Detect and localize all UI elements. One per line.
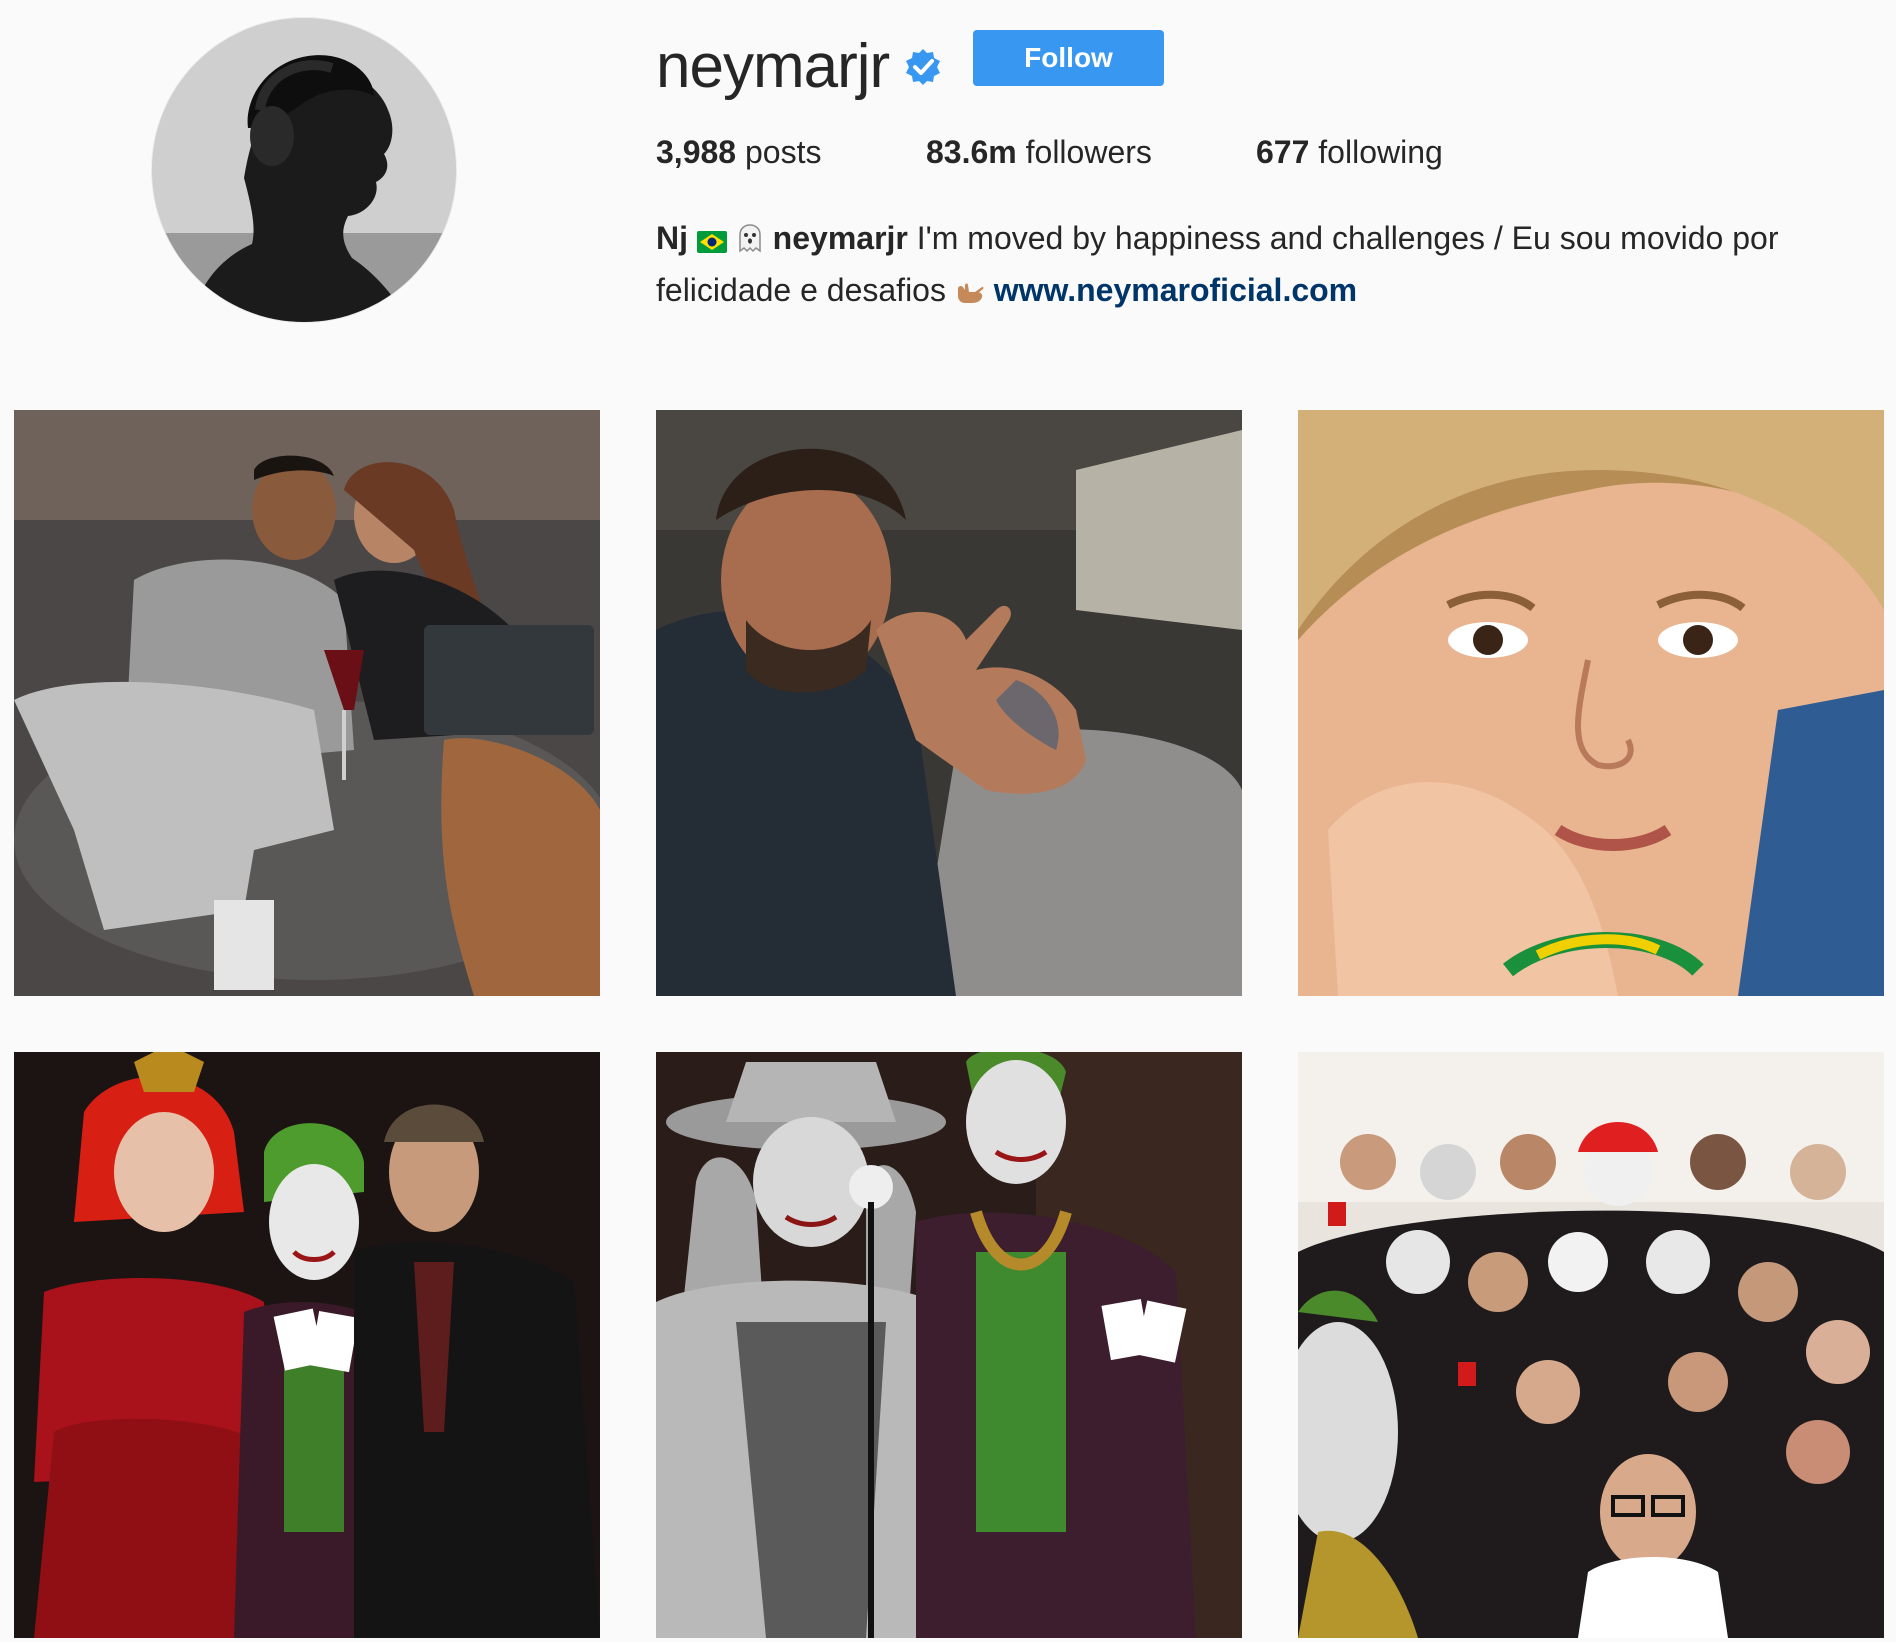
selfie-hand-gesture-photo [656, 410, 1242, 996]
followers-count: 83.6m [926, 134, 1017, 170]
follow-button[interactable]: Follow [973, 30, 1164, 86]
post-tile-1[interactable] [14, 410, 600, 996]
post-tile-5[interactable] [656, 1052, 1242, 1638]
following-count: 677 [1256, 134, 1310, 170]
bio-handle[interactable]: neymarjr [773, 220, 908, 256]
halloween-group-selfie-photo [1298, 1052, 1884, 1638]
profile-avatar[interactable] [152, 18, 456, 322]
halloween-joker-pair-photo [656, 1052, 1242, 1638]
verified-badge-icon [903, 47, 943, 87]
posts-label: posts [744, 134, 822, 170]
stat-following[interactable]: 677 following [1256, 134, 1443, 178]
profile-stats: 3,988 posts 83.6m followers 677 followin… [656, 134, 1443, 178]
halloween-costume-trio-photo [14, 1052, 600, 1638]
bio-name: Nj [656, 220, 688, 256]
avatar-image [152, 18, 456, 322]
following-label: following [1318, 134, 1443, 170]
profile-bio: Nj neymarjr I'm moved by happiness and c… [656, 214, 1876, 318]
username-row: neymarjr [656, 22, 943, 112]
stat-followers[interactable]: 83.6m followers [926, 134, 1256, 178]
bio-text-line1: I'm moved by happiness and challenges / … [916, 220, 1779, 256]
brazil-flag-icon [696, 218, 727, 266]
post-tile-4[interactable] [14, 1052, 600, 1638]
stat-posts: 3,988 posts [656, 134, 926, 178]
child-portrait-photo [1298, 410, 1884, 996]
bio-text-line2: felicidade e desafios [656, 272, 946, 308]
call-me-hand-icon [955, 270, 985, 318]
bio-website-link[interactable]: www.neymaroficial.com [994, 272, 1357, 308]
post-tile-3[interactable] [1298, 410, 1884, 996]
post-tile-2[interactable] [656, 410, 1242, 996]
posts-count: 3,988 [656, 134, 737, 170]
username: neymarjr [656, 32, 890, 101]
followers-label: followers [1025, 134, 1152, 170]
post-tile-6[interactable] [1298, 1052, 1884, 1638]
couple-on-couch-photo [14, 410, 600, 996]
ghost-icon [736, 218, 764, 266]
